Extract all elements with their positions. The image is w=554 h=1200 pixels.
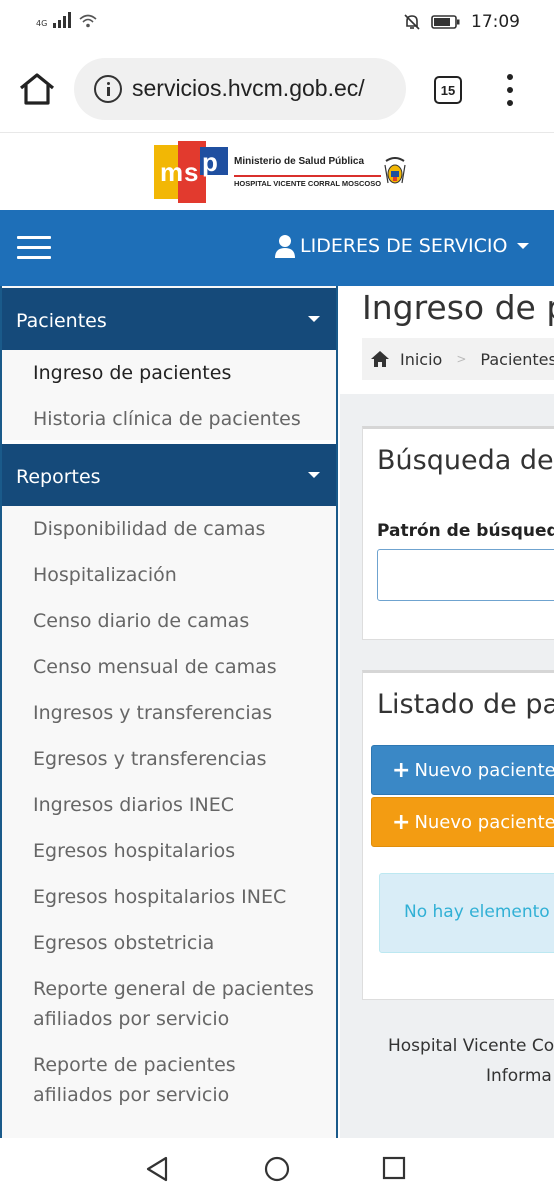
sidebar-item-reporte-afiliados[interactable]: Reporte de pacientes afiliados por servi…	[2, 1050, 336, 1110]
empty-list-alert: No hay elemento	[379, 873, 554, 953]
site-logo-header: m s p Ministerio de Salud Pública HOSPIT…	[0, 132, 554, 210]
signal-icon	[53, 12, 72, 28]
page-title: Ingreso de pa	[362, 288, 554, 327]
home-icon	[371, 351, 389, 367]
tabs-icon[interactable]: 15	[434, 76, 462, 104]
svg-text:m: m	[160, 157, 183, 187]
sidebar-group-pacientes[interactable]: Pacientes	[2, 288, 336, 350]
url-text[interactable]: servicios.hvcm.gob.ec/	[132, 75, 365, 102]
mute-icon	[404, 14, 420, 30]
new-patient-button-label: Nuevo paciente	[414, 759, 554, 781]
user-icon	[275, 235, 295, 258]
status-bar: 4G 17:09	[0, 0, 554, 46]
sidebar-item-egresos-obstetricia[interactable]: Egresos obstetricia	[2, 928, 336, 958]
recents-icon[interactable]	[382, 1156, 406, 1180]
search-panel: Búsqueda del Patrón de búsqueda	[362, 426, 554, 640]
new-patient-button[interactable]: + Nuevo paciente	[371, 745, 554, 795]
plus-icon: +	[392, 809, 411, 835]
battery-icon	[431, 15, 460, 29]
chevron-down-icon	[517, 243, 530, 249]
browser-toolbar: servicios.hvcm.gob.ec/ 15	[0, 46, 554, 132]
home-circle-icon[interactable]	[264, 1156, 290, 1182]
sidebar-item-egresos-hospitalarios[interactable]: Egresos hospitalarios	[2, 836, 336, 866]
status-left: 4G	[36, 12, 97, 28]
wifi-icon	[79, 14, 97, 28]
list-panel-title: Listado de pac	[377, 689, 554, 720]
breadcrumb-pacientes[interactable]: Pacientes	[480, 350, 554, 369]
clock: 17:09	[471, 12, 520, 32]
sidebar-item-egresos-transferencias[interactable]: Egresos y transferencias	[2, 744, 336, 774]
logo-ministry-name: Ministerio de Salud Pública	[234, 156, 365, 167]
network-type: 4G	[36, 19, 48, 28]
sidebar-item-hospitalizacion[interactable]: Hospitalización	[2, 560, 336, 590]
sidebar-item-ingresos-transferencias[interactable]: Ingresos y transferencias	[2, 698, 336, 728]
svg-text:p: p	[202, 147, 218, 177]
home-icon[interactable]	[18, 72, 56, 106]
sidebar: Pacientes Ingreso de pacientes Historia …	[0, 286, 338, 1138]
breadcrumb: Inicio > Pacientes	[362, 338, 554, 380]
ministry-logo[interactable]: m s p Ministerio de Salud Pública HOSPIT…	[154, 139, 407, 205]
sidebar-group-title: Pacientes	[16, 310, 107, 332]
search-field-label: Patrón de búsqueda	[377, 521, 554, 541]
user-dropdown[interactable]: LIDERES DE SERVICIO	[274, 234, 530, 258]
sidebar-item-egresos-hospitalarios-inec[interactable]: Egresos hospitalarios INEC	[2, 882, 336, 912]
more-vert-icon[interactable]	[504, 74, 516, 106]
sidebar-list-pacientes: Ingreso de pacientes Historia clínica de…	[2, 350, 336, 440]
new-patient-alt-button-label: Nuevo paciente	[414, 811, 554, 833]
chevron-down-icon	[308, 472, 320, 478]
logo-text: Ministerio de Salud Pública HOSPITAL VIC…	[234, 156, 382, 188]
main-content: Ingreso de pa Inicio > Pacientes Búsqued…	[340, 286, 554, 1138]
search-input[interactable]	[377, 549, 554, 601]
android-navigation-bar	[0, 1138, 554, 1200]
info-icon[interactable]	[94, 75, 122, 103]
content-background: Búsqueda del Patrón de búsqueda Listado …	[340, 394, 554, 1138]
sidebar-item-reporte-general-afiliados[interactable]: Reporte general de pacientes afiliados p…	[2, 974, 336, 1034]
sidebar-item-censo-mensual[interactable]: Censo mensual de camas	[2, 652, 336, 682]
sidebar-group-reportes[interactable]: Reportes	[2, 444, 336, 506]
sidebar-item-historia-clinica[interactable]: Historia clínica de pacientes	[2, 404, 336, 434]
sidebar-list-reportes: Disponibilidad de camas Hospitalización …	[2, 506, 336, 1110]
plus-icon: +	[392, 757, 411, 783]
address-bar[interactable]: servicios.hvcm.gob.ec/	[74, 58, 406, 120]
sidebar-item-ingreso-pacientes[interactable]: Ingreso de pacientes	[2, 358, 336, 388]
breadcrumb-inicio[interactable]: Inicio	[400, 350, 442, 369]
msp-logo-icon: m s p	[154, 141, 228, 203]
breadcrumb-separator: >	[456, 352, 467, 366]
sidebar-item-censo-diario[interactable]: Censo diario de camas	[2, 606, 336, 636]
tab-count: 15	[440, 82, 456, 98]
patient-list-panel: Listado de pac + Nuevo paciente + Nuevo …	[362, 670, 554, 1000]
svg-text:s: s	[184, 157, 198, 187]
footer-info: Informa	[486, 1066, 552, 1086]
search-panel-title: Búsqueda del	[377, 445, 554, 476]
sidebar-item-disponibilidad-camas[interactable]: Disponibilidad de camas	[2, 514, 336, 544]
sidebar-group-title: Reportes	[16, 466, 101, 488]
user-role-label: LIDERES DE SERVICIO	[300, 235, 508, 257]
chevron-down-icon	[308, 316, 320, 322]
ecuador-emblem-icon	[384, 157, 406, 184]
footer-hospital-name: Hospital Vicente Co	[388, 1036, 554, 1056]
back-icon[interactable]	[144, 1156, 170, 1182]
main-navbar: LIDERES DE SERVICIO	[0, 210, 554, 286]
sidebar-item-ingresos-inec[interactable]: Ingresos diarios INEC	[2, 790, 336, 820]
status-right: 17:09	[403, 12, 520, 32]
hamburger-menu-icon[interactable]	[17, 236, 51, 260]
new-patient-alt-button[interactable]: + Nuevo paciente	[371, 797, 554, 847]
logo-hospital-name: HOSPITAL VICENTE CORRAL MOSCOSO	[234, 175, 382, 188]
